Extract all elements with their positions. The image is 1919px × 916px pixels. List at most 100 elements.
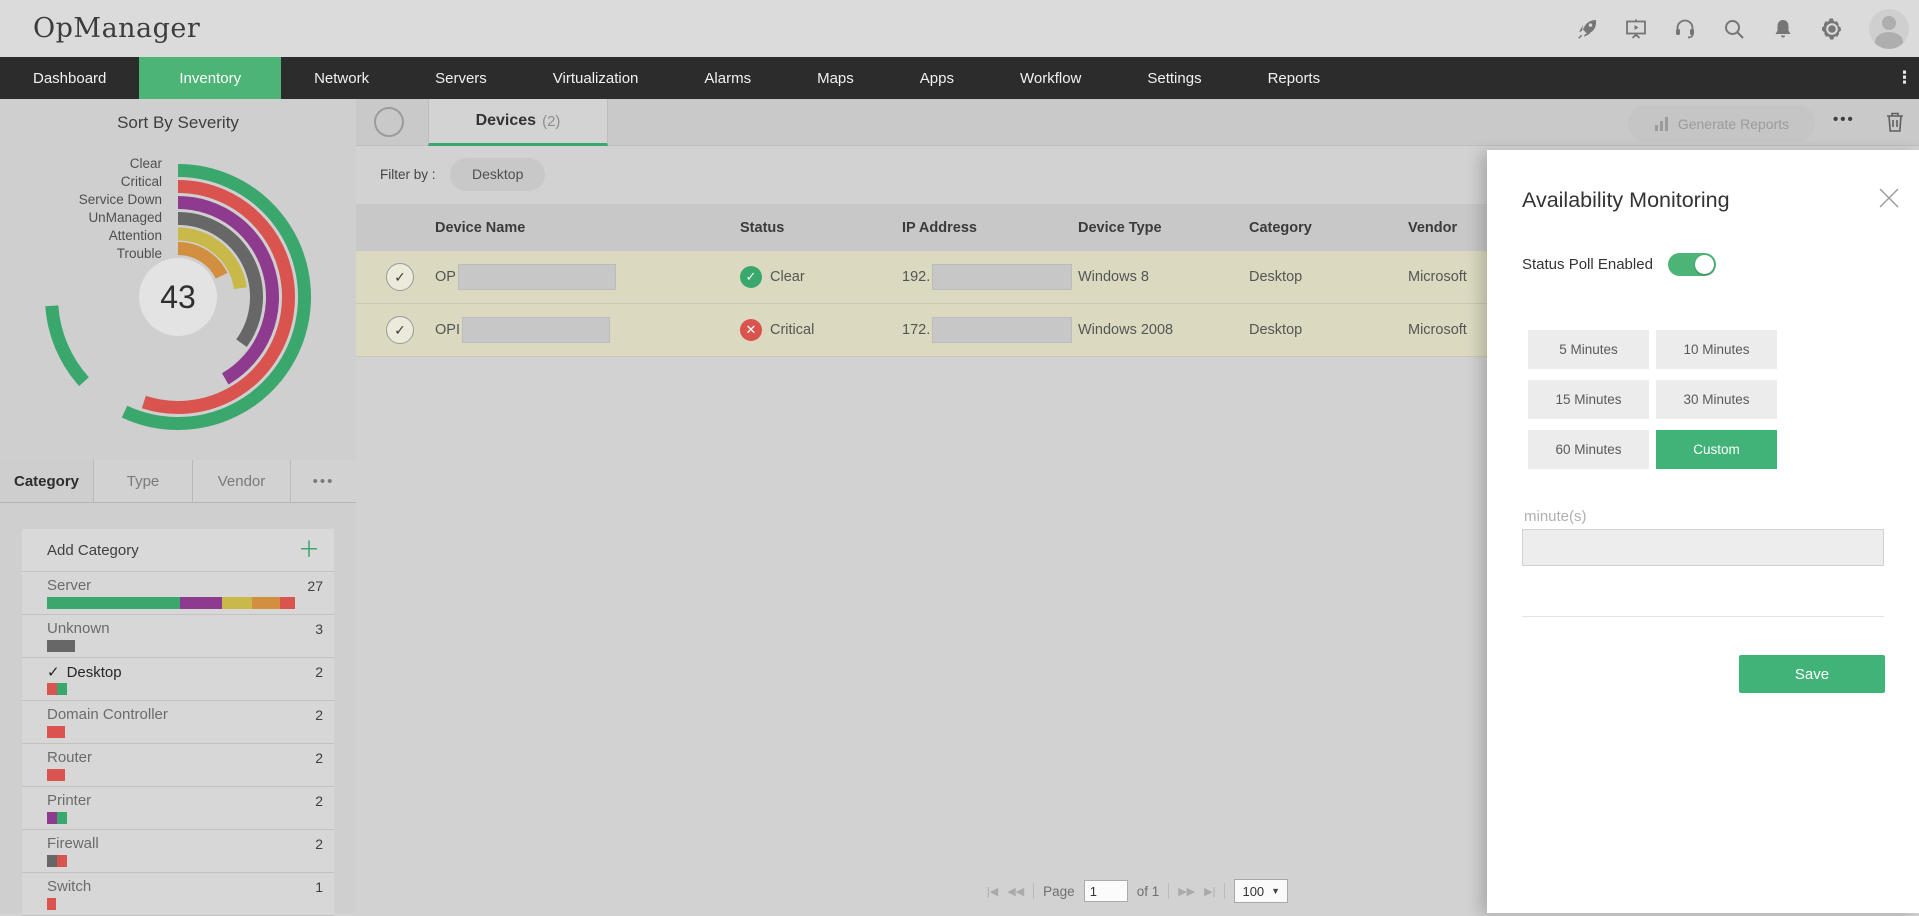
app-logo: OpManager <box>33 13 201 44</box>
last-page-icon[interactable]: ▶| <box>1204 885 1215 898</box>
nav-item-workflow[interactable]: Workflow <box>987 57 1114 99</box>
interval-30-minutes-button[interactable]: 30 Minutes <box>1656 380 1777 419</box>
legend-service-down: Service Down <box>78 192 162 207</box>
devices-tab-count: (2) <box>542 112 561 130</box>
cell-device-name: OP <box>435 264 740 290</box>
category-name: ✓ Desktop <box>47 664 122 681</box>
col-device-type[interactable]: Device Type <box>1078 220 1249 236</box>
headset-icon[interactable] <box>1673 17 1697 41</box>
interval-5-minutes-button[interactable]: 5 Minutes <box>1528 330 1649 369</box>
gear-icon[interactable] <box>1820 17 1844 41</box>
status-critical-icon: ✕ <box>740 319 762 341</box>
nav-item-servers[interactable]: Servers <box>402 57 520 99</box>
category-name: Domain Controller <box>47 706 168 723</box>
nav-item-dashboard[interactable]: Dashboard <box>0 57 139 99</box>
main-nav: Dashboard Inventory Network Servers Virt… <box>0 57 1919 99</box>
category-name: Server <box>47 577 92 594</box>
category-severity-bar <box>47 726 65 738</box>
nav-item-inventory[interactable]: Inventory <box>139 57 282 99</box>
category-row-printer[interactable]: Printer 2 <box>22 787 334 830</box>
presentation-icon[interactable] <box>1624 17 1648 41</box>
delete-icon[interactable] <box>1884 110 1906 134</box>
cell-category: Desktop <box>1249 322 1303 338</box>
page-number-input[interactable] <box>1083 880 1128 902</box>
page-of-label: of 1 <box>1136 883 1160 899</box>
category-row-firewall[interactable]: Firewall 2 <box>22 830 334 873</box>
close-icon[interactable] <box>1875 184 1903 212</box>
category-list: Add Category ＋ Server 27 Unknown 3 ✓ Desktop 2… <box>22 529 334 916</box>
category-row-domain-controller[interactable]: Domain Controller 2 <box>22 701 334 744</box>
status-poll-toggle[interactable] <box>1667 253 1716 276</box>
nav-item-alarms[interactable]: Alarms <box>671 57 784 99</box>
first-page-icon[interactable]: |◀ <box>987 885 998 898</box>
nav-item-settings[interactable]: Settings <box>1114 57 1234 99</box>
category-name: Unknown <box>47 620 110 637</box>
category-row-switch[interactable]: Switch 1 <box>22 873 334 916</box>
prev-page-icon[interactable]: ◀◀ <box>1007 885 1024 898</box>
topbar-icons <box>1575 0 1909 57</box>
category-severity-bar <box>47 640 75 652</box>
interval-custom-button[interactable]: Custom <box>1656 430 1777 469</box>
sidebar: Sort By Severity 43 Clear Critical Servi… <box>0 99 356 916</box>
interval-10-minutes-button[interactable]: 10 Minutes <box>1656 330 1777 369</box>
category-name: Firewall <box>47 835 99 852</box>
page-size-value: 100 <box>1242 883 1265 899</box>
row-checkbox[interactable]: ✓ <box>386 316 414 344</box>
nav-item-network[interactable]: Network <box>281 57 402 99</box>
user-avatar[interactable] <box>1869 8 1909 49</box>
search-icon[interactable] <box>1722 17 1746 41</box>
nav-item-maps[interactable]: Maps <box>784 57 887 99</box>
tab-devices[interactable]: Devices (2) <box>428 99 608 146</box>
tab-category[interactable]: Category <box>0 460 94 502</box>
tab-vendor[interactable]: Vendor <box>193 460 291 502</box>
save-button[interactable]: Save <box>1739 655 1885 693</box>
category-row-router[interactable]: Router 2 <box>22 744 334 787</box>
generate-reports-label: Generate Reports <box>1677 115 1790 132</box>
legend-unmanaged: UnManaged <box>88 210 162 225</box>
cell-status: ✓ Clear <box>740 266 902 288</box>
bell-icon[interactable] <box>1771 17 1795 41</box>
toggle-knob <box>1694 255 1714 274</box>
tab-type[interactable]: Type <box>94 460 193 502</box>
category-row-server[interactable]: Server 27 <box>22 572 334 615</box>
nav-item-virtualization[interactable]: Virtualization <box>520 57 672 99</box>
status-poll-label: Status Poll Enabled <box>1522 256 1653 273</box>
category-count: 2 <box>315 793 323 809</box>
select-all-circle[interactable] <box>374 107 404 137</box>
nav-item-reports[interactable]: Reports <box>1235 57 1354 99</box>
add-category-row[interactable]: Add Category ＋ <box>22 529 334 572</box>
col-ip-address[interactable]: IP Address <box>902 220 1078 236</box>
category-name: Router <box>47 749 93 766</box>
more-actions-icon[interactable]: ••• <box>1833 111 1855 128</box>
status-poll-row: Status Poll Enabled <box>1522 253 1716 276</box>
nav-item-apps[interactable]: Apps <box>887 57 987 99</box>
redaction-block <box>932 264 1073 290</box>
generate-reports-button[interactable]: Generate Reports <box>1628 105 1815 142</box>
plus-icon[interactable]: ＋ <box>298 539 320 561</box>
category-severity-bar <box>47 683 67 695</box>
category-row-desktop[interactable]: ✓ Desktop 2 <box>22 658 334 701</box>
col-category[interactable]: Category <box>1249 220 1408 236</box>
interval-15-minutes-button[interactable]: 15 Minutes <box>1528 380 1649 419</box>
avatar-shoulders-icon <box>1875 31 1903 49</box>
category-count: 3 <box>315 621 323 637</box>
col-status[interactable]: Status <box>740 220 902 236</box>
nav-kebab-menu-icon[interactable]: ⋮ <box>1896 57 1913 99</box>
top-bar: OpManager <box>0 0 1919 57</box>
category-count: 2 <box>315 836 323 852</box>
page-label: Page <box>1043 883 1075 899</box>
filter-chip-desktop[interactable]: Desktop <box>450 158 546 191</box>
custom-minutes-input[interactable] <box>1522 529 1884 566</box>
bar-chart-icon <box>1654 116 1668 131</box>
status-clear-icon: ✓ <box>740 266 762 288</box>
category-row-unknown[interactable]: Unknown 3 <box>22 615 334 658</box>
page-size-dropdown[interactable]: 100 ▼ <box>1234 879 1289 903</box>
tab-more[interactable]: ••• <box>291 460 356 502</box>
interval-60-minutes-button[interactable]: 60 Minutes <box>1528 430 1649 469</box>
severity-total: 43 <box>160 279 196 315</box>
rocket-icon[interactable] <box>1575 17 1599 41</box>
availability-monitoring-panel: Availability Monitoring Status Poll Enab… <box>1487 150 1919 913</box>
next-page-icon[interactable]: ▶▶ <box>1178 885 1195 898</box>
row-checkbox[interactable]: ✓ <box>386 263 414 291</box>
col-device-name[interactable]: Device Name <box>435 220 740 236</box>
